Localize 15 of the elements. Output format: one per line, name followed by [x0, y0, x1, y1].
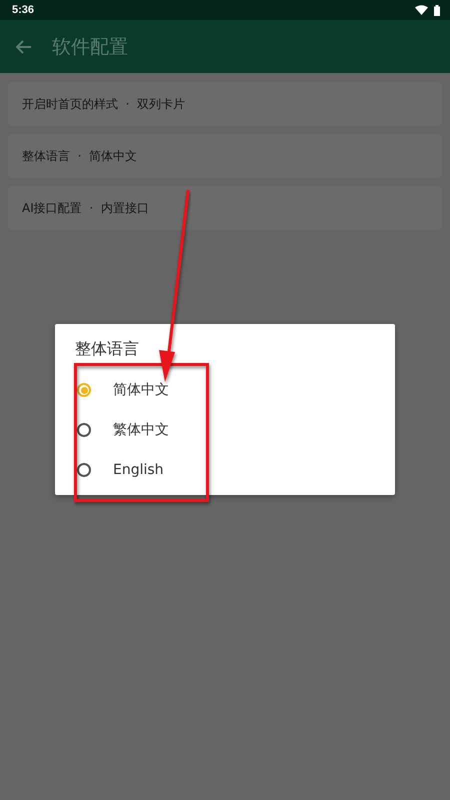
dialog-title: 整体语言 — [75, 340, 140, 358]
battery-icon — [434, 4, 440, 16]
back-icon[interactable] — [16, 40, 32, 54]
wifi-icon — [415, 5, 428, 15]
status-time: 5:36 — [12, 4, 34, 16]
setting-text: AI接口配置 · 内置接口 — [22, 200, 149, 216]
option-label[interactable]: 繁体中文 — [113, 421, 169, 439]
option-label[interactable]: 简体中文 — [113, 381, 169, 399]
radio-button[interactable] — [77, 463, 91, 477]
screen-title: 软件配置 — [52, 34, 128, 60]
option-label[interactable]: English — [113, 462, 164, 478]
setting-text: 开启时首页的样式 · 双列卡片 — [22, 96, 186, 112]
setting-text: 整体语言 · 简体中文 — [22, 148, 138, 164]
radio-button[interactable] — [77, 383, 91, 397]
radio-button[interactable] — [77, 423, 91, 437]
